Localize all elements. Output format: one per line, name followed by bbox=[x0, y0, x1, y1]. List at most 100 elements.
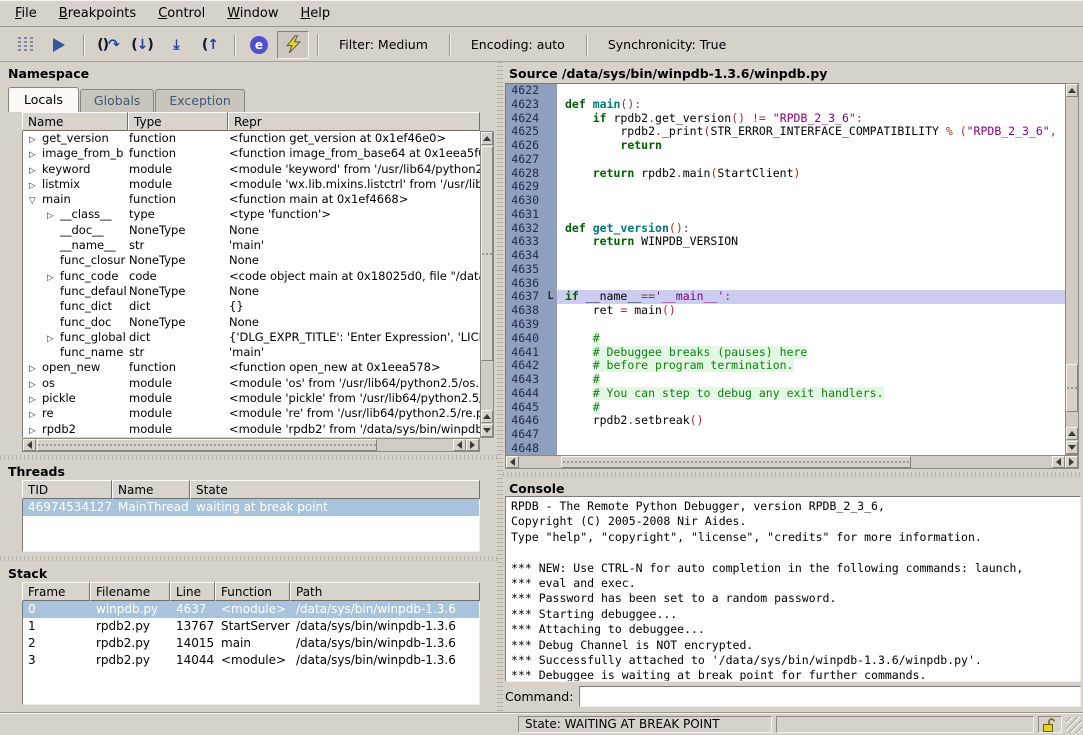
stack-list[interactable]: 0winpdb.py4637<module>/data/sys/bin/winp… bbox=[22, 601, 480, 705]
line-number[interactable]: 4632 bbox=[506, 222, 544, 236]
tree-collapsed-icon[interactable]: ▷ bbox=[29, 148, 42, 161]
line-number[interactable]: 4647 bbox=[506, 428, 544, 442]
synchronicity-button[interactable] bbox=[277, 31, 309, 59]
scroll-left-icon[interactable] bbox=[1052, 456, 1065, 468]
scroll-left-icon[interactable] bbox=[23, 439, 36, 451]
column-header-tid[interactable]: TID bbox=[22, 480, 112, 499]
namespace-row-rpdb2[interactable]: ▷rpdb2module<module 'rpdb2' from '/data/… bbox=[23, 422, 480, 437]
namespace-row-func_name[interactable]: func_namestr'main' bbox=[23, 345, 480, 360]
column-header-filename[interactable]: Filename bbox=[90, 582, 170, 601]
command-input[interactable] bbox=[579, 686, 1081, 707]
namespace-row-pickle[interactable]: ▷picklemodule<module 'pickle' from '/usr… bbox=[23, 391, 480, 406]
scroll-thumb[interactable] bbox=[1066, 364, 1078, 412]
column-header-name[interactable]: Name bbox=[112, 480, 190, 499]
namespace-hscrollbar[interactable] bbox=[22, 438, 480, 452]
namespace-row-__doc__[interactable]: __doc__NoneTypeNone bbox=[23, 223, 480, 238]
stack-frame-row[interactable]: 1rpdb2.py13767StartServer/data/sys/bin/w… bbox=[23, 618, 479, 635]
namespace-row-func_doc[interactable]: func_docNoneTypeNone bbox=[23, 315, 480, 330]
next-button[interactable]: ()↷ bbox=[92, 31, 124, 59]
stack-frame-row[interactable]: 0winpdb.py4637<module>/data/sys/bin/winp… bbox=[23, 601, 479, 618]
scroll-down-icon[interactable] bbox=[481, 424, 493, 437]
encoding-button[interactable]: e bbox=[243, 31, 275, 59]
break-button[interactable] bbox=[9, 31, 41, 59]
tree-collapsed-icon[interactable]: ▷ bbox=[29, 362, 42, 375]
namespace-row-listmix[interactable]: ▷listmixmodule<module 'wx.lib.mixins.lis… bbox=[23, 177, 480, 192]
stack-frame-row[interactable]: 3rpdb2.py14044<module>/data/sys/bin/winp… bbox=[23, 652, 479, 669]
line-number[interactable]: 4628 bbox=[506, 167, 544, 181]
menu-help[interactable]: Help bbox=[289, 3, 341, 24]
scroll-right-icon[interactable] bbox=[1065, 456, 1078, 468]
tree-collapsed-icon[interactable]: ▷ bbox=[29, 179, 42, 192]
namespace-row-func_dict[interactable]: func_dictdict{} bbox=[23, 299, 480, 314]
step-button[interactable]: (↓) bbox=[126, 31, 158, 59]
line-number[interactable]: 4623 bbox=[506, 98, 544, 112]
stack-frame-row[interactable]: 2rpdb2.py14015main/data/sys/bin/winpdb-1… bbox=[23, 635, 479, 652]
scroll-thumb[interactable] bbox=[481, 146, 493, 361]
line-number[interactable]: 4641 bbox=[506, 346, 544, 360]
line-number[interactable]: 4627 bbox=[506, 153, 544, 167]
source-hscrollbar[interactable] bbox=[505, 455, 1079, 469]
line-number[interactable]: 4625 bbox=[506, 125, 544, 139]
column-header-path[interactable]: Path bbox=[290, 582, 480, 601]
tree-collapsed-icon[interactable]: ▷ bbox=[29, 393, 42, 406]
line-number[interactable]: 4645 bbox=[506, 401, 544, 415]
column-header-function[interactable]: Function bbox=[215, 582, 290, 601]
tab-globals[interactable]: Globals bbox=[80, 89, 154, 112]
column-header-state[interactable]: State bbox=[190, 480, 480, 499]
line-number[interactable]: 4626 bbox=[506, 139, 544, 153]
column-header-repr[interactable]: Repr bbox=[228, 112, 480, 131]
namespace-row-func_global[interactable]: ▷func_globaldict{'DLG_EXPR_TITLE': 'Ente… bbox=[23, 330, 480, 345]
namespace-row-re[interactable]: ▷remodule<module 're' from '/usr/lib64/p… bbox=[23, 406, 480, 421]
namespace-row-__class__[interactable]: ▷__class__type<type 'function'> bbox=[23, 207, 480, 222]
namespace-row-main[interactable]: ▽mainfunction<function main at 0x1ef4668… bbox=[23, 192, 480, 207]
namespace-row-keyword[interactable]: ▷keywordmodule<module 'keyword' from '/u… bbox=[23, 162, 480, 177]
namespace-row-__name__[interactable]: __name__str'main' bbox=[23, 238, 480, 253]
column-header-type[interactable]: Type bbox=[128, 112, 228, 131]
namespace-row-image_from_b[interactable]: ▷image_from_bfunction<function image_fro… bbox=[23, 146, 480, 161]
scroll-right-icon[interactable] bbox=[466, 439, 479, 451]
namespace-row-func_closur[interactable]: func_closurNoneTypeNone bbox=[23, 253, 480, 268]
line-number[interactable]: 4633 bbox=[506, 235, 544, 249]
line-number[interactable]: 4635 bbox=[506, 263, 544, 277]
menu-window[interactable]: Window bbox=[216, 3, 289, 24]
line-number[interactable]: 4624 bbox=[506, 112, 544, 126]
line-number[interactable]: 4630 bbox=[506, 194, 544, 208]
namespace-row-open_new[interactable]: ▷open_newfunction<function open_new at 0… bbox=[23, 360, 480, 375]
tree-collapsed-icon[interactable]: ▷ bbox=[47, 271, 60, 284]
line-number[interactable]: 4642 bbox=[506, 359, 544, 373]
tree-collapsed-icon[interactable]: ▷ bbox=[29, 164, 42, 177]
line-number[interactable]: 4639 bbox=[506, 318, 544, 332]
vertical-splitter[interactable] bbox=[497, 62, 503, 712]
goto-button[interactable]: ⤓ bbox=[160, 31, 192, 59]
scroll-down-icon[interactable] bbox=[1066, 441, 1078, 454]
line-number[interactable]: 4629 bbox=[506, 180, 544, 194]
line-number[interactable]: 4648 bbox=[506, 442, 544, 455]
threads-list[interactable]: 46974534127920MainThreadwaiting at break… bbox=[22, 499, 480, 552]
tree-expanded-icon[interactable]: ▽ bbox=[29, 194, 42, 207]
line-number[interactable]: 4634 bbox=[506, 249, 544, 263]
tree-collapsed-icon[interactable]: ▷ bbox=[29, 408, 42, 421]
namespace-tree[interactable]: ▷get_versionfunction<function get_versio… bbox=[22, 131, 480, 437]
menu-control[interactable]: Control bbox=[147, 3, 216, 24]
source-code-view[interactable]: 46224623def main():4624 if rpdb2.get_ver… bbox=[505, 83, 1065, 455]
source-vscrollbar[interactable] bbox=[1065, 83, 1079, 455]
line-number[interactable]: 4622 bbox=[506, 84, 544, 98]
column-header-frame[interactable]: Frame bbox=[22, 582, 90, 601]
menu-breakpoints[interactable]: Breakpoints bbox=[48, 3, 147, 24]
tree-collapsed-icon[interactable]: ▷ bbox=[29, 378, 42, 391]
scroll-up-icon[interactable] bbox=[481, 132, 493, 145]
line-number[interactable]: 4644 bbox=[506, 387, 544, 401]
scroll-up-icon[interactable] bbox=[1066, 427, 1078, 440]
scroll-left-icon[interactable] bbox=[506, 456, 519, 468]
return-button[interactable]: (↑ bbox=[194, 31, 226, 59]
line-number[interactable]: 4636 bbox=[506, 277, 544, 291]
tab-exception[interactable]: Exception bbox=[155, 89, 245, 112]
menu-file[interactable]: File bbox=[4, 3, 48, 24]
scroll-thumb[interactable] bbox=[37, 439, 377, 451]
go-button[interactable] bbox=[43, 31, 75, 59]
column-header-line[interactable]: Line bbox=[170, 582, 215, 601]
namespace-row-func_defaul[interactable]: func_defaulNoneTypeNone bbox=[23, 284, 480, 299]
namespace-row-os[interactable]: ▷osmodule<module 'os' from '/usr/lib64/p… bbox=[23, 376, 480, 391]
line-number[interactable]: 4646 bbox=[506, 414, 544, 428]
line-number[interactable]: 4631 bbox=[506, 208, 544, 222]
